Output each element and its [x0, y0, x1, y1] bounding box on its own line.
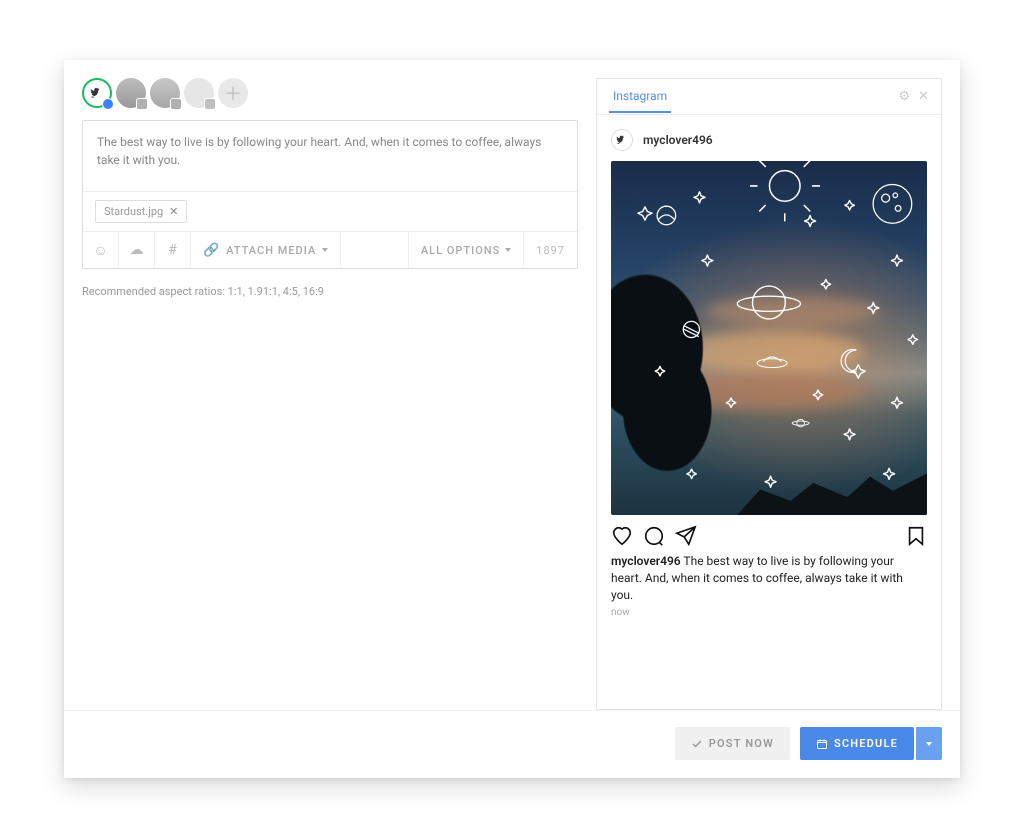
tab-instagram[interactable]: Instagram: [609, 81, 671, 113]
add-account-button[interactable]: ＋: [218, 78, 248, 108]
composer-panel: ＋ The best way to live is by following y…: [82, 78, 578, 710]
attachment-bar: Stardust.jpg ✕: [83, 191, 577, 231]
compose-box: The best way to live is by following you…: [82, 120, 578, 269]
preview-close-icon[interactable]: ✕: [918, 89, 929, 104]
account-twitter[interactable]: [116, 78, 146, 108]
preview-panel: Instagram ⚙ ✕ myclover496: [596, 78, 942, 710]
bird-icon: [616, 134, 628, 146]
footer-bar: POST NOW SCHEDULE: [64, 710, 960, 778]
attach-media-button[interactable]: 🔗 ATTACH MEDIA: [191, 232, 341, 268]
preview-tabs: Instagram ⚙ ✕: [597, 79, 941, 115]
account-generic[interactable]: [184, 78, 214, 108]
stars-doodle-icon: [611, 161, 927, 515]
account-instagram[interactable]: [82, 78, 112, 108]
schedule-label: SCHEDULE: [834, 737, 898, 750]
emoji-button[interactable]: ☺: [83, 232, 119, 268]
hashtag-button[interactable]: #: [155, 232, 191, 268]
composer-app: ＋ The best way to live is by following y…: [64, 60, 960, 778]
chevron-down-icon: [926, 742, 932, 746]
remove-attachment-icon[interactable]: ✕: [169, 205, 178, 218]
ig-header: myclover496: [611, 129, 927, 151]
all-options-button[interactable]: ALL OPTIONS: [408, 232, 523, 268]
account-selector: ＋: [82, 78, 578, 108]
post-text-input[interactable]: The best way to live is by following you…: [83, 121, 577, 191]
attach-media-label: ATTACH MEDIA: [226, 244, 316, 257]
paperclip-icon: 🔗: [203, 243, 220, 258]
preview-settings-icon[interactable]: ⚙: [898, 89, 910, 104]
chevron-down-icon: [322, 248, 328, 252]
main-row: ＋ The best way to live is by following y…: [64, 60, 960, 710]
ig-timestamp: now: [611, 607, 927, 618]
instagram-badge-icon: [102, 98, 114, 110]
generic-badge-icon: [204, 98, 216, 110]
comment-icon[interactable]: [643, 525, 665, 547]
character-count: 1897: [523, 232, 577, 268]
attachment-chip[interactable]: Stardust.jpg ✕: [95, 200, 187, 223]
schedule-button[interactable]: SCHEDULE: [800, 727, 914, 760]
save-icon[interactable]: [905, 525, 927, 547]
cloud-button[interactable]: ☁: [119, 232, 155, 268]
compose-toolbar: ☺ ☁ # 🔗 ATTACH MEDIA ALL OPTIONS 1897: [83, 231, 577, 268]
bird-icon: [90, 86, 104, 100]
check-icon: [691, 738, 703, 750]
ig-caption: myclover496 The best way to live is by f…: [611, 553, 927, 603]
calendar-icon: [816, 738, 828, 750]
chevron-down-icon: [505, 248, 511, 252]
ig-action-bar: [611, 515, 927, 547]
all-options-label: ALL OPTIONS: [421, 244, 500, 257]
aspect-ratio-hint: Recommended aspect ratios: 1:1, 1.91:1, …: [82, 285, 578, 298]
ig-avatar: [611, 129, 633, 151]
schedule-dropdown-button[interactable]: [916, 727, 942, 760]
post-now-button[interactable]: POST NOW: [675, 727, 790, 760]
post-now-label: POST NOW: [709, 737, 774, 750]
like-icon[interactable]: [611, 525, 633, 547]
twitter-badge-icon: [136, 98, 148, 110]
ig-caption-username: myclover496: [611, 554, 681, 568]
account-linkedin[interactable]: [150, 78, 180, 108]
ig-username: myclover496: [643, 133, 713, 147]
attachment-filename: Stardust.jpg: [104, 205, 163, 218]
preview-body: myclover496: [597, 115, 941, 632]
linkedin-badge-icon: [170, 98, 182, 110]
share-icon[interactable]: [675, 525, 697, 547]
ig-image: [611, 161, 927, 515]
